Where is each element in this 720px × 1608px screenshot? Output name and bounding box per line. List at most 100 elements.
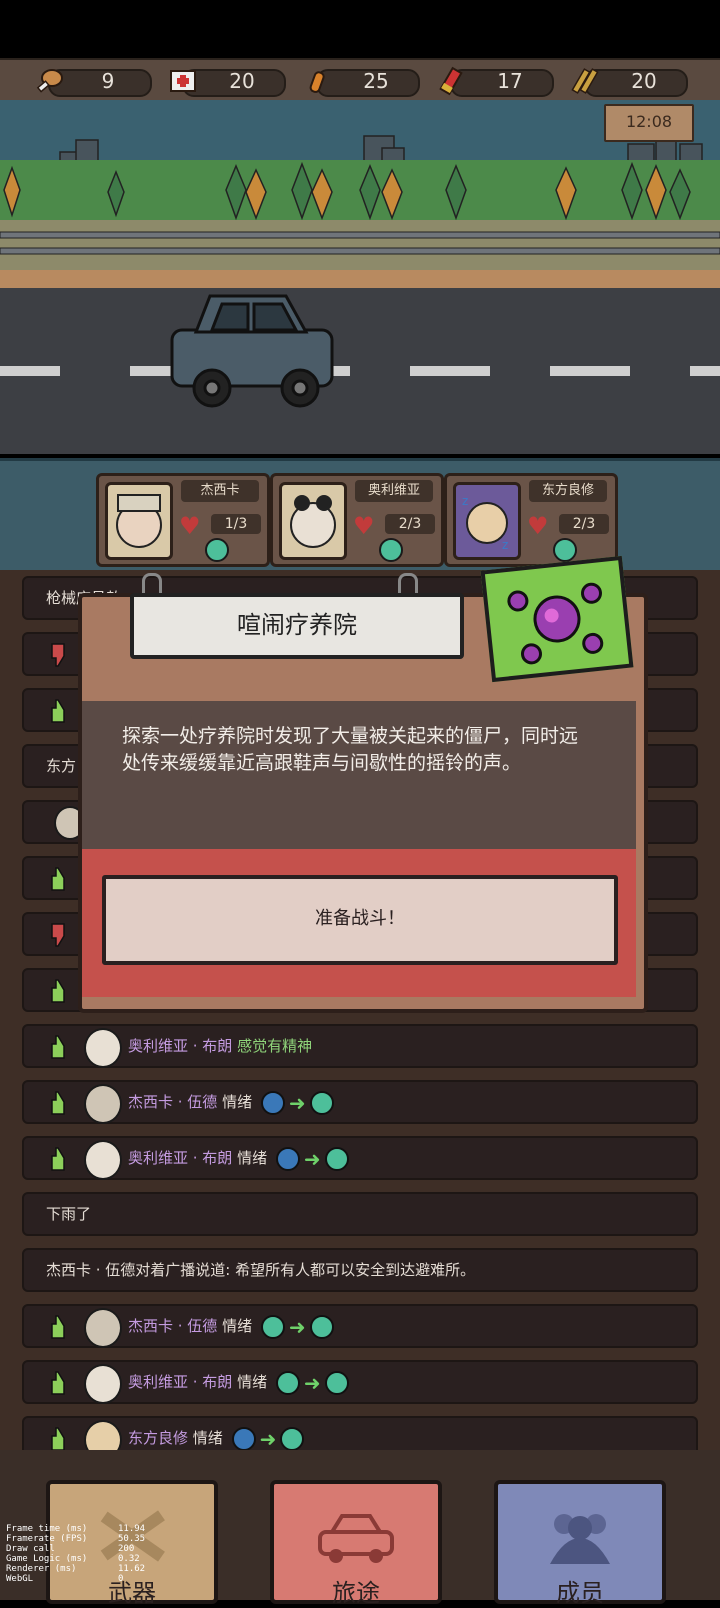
olivia-avatar bbox=[84, 1140, 122, 1180]
thumbs-up-icon bbox=[51, 979, 65, 1003]
debug-stats-overlay: Frame time (ms) 11.94 Framerate (FPS) 50.3… bbox=[6, 1524, 146, 1584]
resource-bullets: 25 bbox=[298, 66, 420, 97]
log-text: 下雨了 bbox=[46, 1205, 92, 1223]
list-item: 杰西卡 · 伍德 情绪 ➜ bbox=[22, 1080, 698, 1124]
debug-row: WebGL 0 bbox=[6, 1574, 124, 1584]
mood-neutral-icon bbox=[260, 1314, 285, 1339]
debug-row: Framerate (FPS) 50.35 bbox=[6, 1534, 146, 1544]
member-hp: 2/3 bbox=[559, 514, 609, 534]
debug-row: Game Logic (ms) 0.32 bbox=[6, 1554, 140, 1564]
list-item: 杰西卡 · 伍德 情绪 ➜ bbox=[22, 1304, 698, 1348]
log-text: 杰西卡 · 伍德 情绪 ➜ bbox=[128, 1306, 338, 1347]
thumbs-up-icon bbox=[51, 1091, 65, 1115]
prepare-battle-button[interactable]: 准备战斗！ bbox=[102, 875, 618, 965]
member-name: 杰西卡 bbox=[181, 480, 259, 502]
game-clock: 12:08 bbox=[604, 104, 694, 142]
list-item: 奥利维亚 · 布朗 情绪 ➜ bbox=[22, 1136, 698, 1180]
resource-food: 9 bbox=[30, 66, 152, 97]
mood-neutral-icon bbox=[280, 1426, 305, 1451]
debug-row: Draw call 200 bbox=[6, 1544, 135, 1554]
tab-label: 旅途 bbox=[332, 1579, 380, 1607]
member-card-dongfang[interactable]: zz 东方良修 ♥ 2/3 bbox=[444, 473, 618, 567]
meat-icon bbox=[36, 69, 63, 93]
resource-medkit: 20 bbox=[164, 66, 286, 97]
arrow-right-icon: ➜ bbox=[288, 1314, 306, 1339]
shell-count: 17 bbox=[497, 69, 523, 93]
virus-icon bbox=[480, 555, 634, 683]
food-count: 9 bbox=[101, 69, 115, 93]
event-description: 探索一处疗养院时发现了大量被关起来的僵尸，同时远处传来缓缓靠近高跟鞋声与间歇性的… bbox=[122, 725, 579, 774]
thumbs-up-icon bbox=[51, 1315, 65, 1339]
thumbs-up-icon bbox=[51, 1427, 65, 1451]
arrow-right-icon: ➜ bbox=[303, 1146, 321, 1171]
thumbs-up-icon bbox=[51, 1371, 65, 1395]
olivia-avatar bbox=[84, 1028, 122, 1068]
dongfang-portrait: zz bbox=[453, 482, 521, 560]
event-dialog: 喧闹疗养院 探索一处疗养院时发现了大量被关起来的僵尸，同时远处传来缓缓靠近高跟鞋… bbox=[78, 555, 648, 1013]
debug-row: Renderer (ms) 11.62 bbox=[6, 1564, 146, 1574]
arrow-right-icon: ➜ bbox=[303, 1370, 321, 1395]
thumbs-up-icon bbox=[51, 1035, 65, 1059]
resource-rifle-ammo: 20 bbox=[566, 66, 688, 97]
member-card-olivia[interactable]: 奥利维亚 ♥ 2/3 bbox=[270, 473, 444, 567]
shotgun-shell-icon bbox=[439, 66, 463, 96]
resource-shells: 17 bbox=[432, 66, 554, 97]
mood-happy-icon bbox=[553, 538, 577, 562]
log-text: 奥利维亚 · 布朗 情绪 ➜ bbox=[128, 1362, 353, 1403]
people-icon bbox=[550, 1514, 610, 1564]
olivia-avatar bbox=[84, 1364, 122, 1404]
log-text: 东方 bbox=[46, 757, 77, 775]
mood-sad-icon bbox=[231, 1426, 256, 1451]
member-name: 奥利维亚 bbox=[355, 480, 433, 502]
mood-neutral-icon bbox=[324, 1146, 349, 1171]
member-hp: 1/3 bbox=[211, 514, 261, 534]
road-scene: 12:08 bbox=[0, 100, 720, 454]
member-hp: 2/3 bbox=[385, 514, 435, 534]
mood-sad-icon bbox=[260, 1090, 285, 1115]
thumbs-up-icon bbox=[51, 867, 65, 891]
heart-icon: ♥ bbox=[353, 512, 375, 540]
tab-journey[interactable]: 旅途 bbox=[270, 1480, 442, 1607]
medkit-count: 20 bbox=[229, 69, 255, 93]
list-item: 杰西卡 · 伍德对着广播说道: 希望所有人都可以安全到达避难所。 bbox=[22, 1248, 698, 1292]
log-text: 杰西卡 · 伍德对着广播说道: 希望所有人都可以安全到达避难所。 bbox=[46, 1261, 476, 1279]
mood-happy-icon bbox=[324, 1370, 349, 1395]
jessica-avatar bbox=[84, 1308, 122, 1348]
arrow-right-icon: ➜ bbox=[288, 1090, 306, 1115]
mood-happy-icon bbox=[205, 538, 229, 562]
rifle-ammo-icon bbox=[571, 68, 599, 94]
member-card-jessica[interactable]: 杰西卡 ♥ 1/3 bbox=[96, 473, 270, 567]
mood-neutral-icon bbox=[275, 1370, 300, 1395]
bullet-count: 25 bbox=[363, 69, 389, 93]
jessica-portrait bbox=[105, 482, 173, 560]
thumbs-down-icon bbox=[51, 923, 65, 947]
car-icon bbox=[318, 1514, 394, 1563]
mood-sad-icon bbox=[275, 1146, 300, 1171]
event-title: 喧闹疗养院 bbox=[130, 593, 464, 659]
thumbs-up-icon bbox=[51, 699, 65, 723]
log-text: 奥利维亚 · 布朗 感觉有精神 bbox=[128, 1037, 313, 1055]
tab-members[interactable]: 成员 bbox=[494, 1480, 666, 1607]
log-text: 奥利维亚 · 布朗 情绪 ➜ bbox=[128, 1138, 353, 1179]
bullet-icon bbox=[309, 71, 325, 93]
thumbs-up-icon bbox=[51, 1147, 65, 1171]
jessica-avatar bbox=[84, 1084, 122, 1124]
list-item: 奥利维亚 · 布朗 感觉有精神 bbox=[22, 1024, 698, 1068]
member-name: 东方良修 bbox=[529, 480, 607, 502]
mood-happy-icon bbox=[379, 538, 403, 562]
list-item: 下雨了 bbox=[22, 1192, 698, 1236]
medkit-icon bbox=[170, 70, 196, 92]
mood-neutral-icon bbox=[309, 1090, 334, 1115]
rifle-ammo-count: 20 bbox=[631, 69, 657, 93]
list-item: 奥利维亚 · 布朗 情绪 ➜ bbox=[22, 1360, 698, 1404]
olivia-portrait bbox=[279, 482, 347, 560]
log-text: 杰西卡 · 伍德 情绪 ➜ bbox=[128, 1082, 338, 1123]
debug-row: Frame time (ms) 11.94 bbox=[6, 1524, 146, 1534]
mood-happy-icon bbox=[309, 1314, 334, 1339]
svg-text:z: z bbox=[462, 494, 468, 508]
heart-icon: ♥ bbox=[527, 512, 549, 540]
thumbs-down-icon bbox=[51, 643, 65, 667]
svg-text:z: z bbox=[502, 538, 508, 552]
resource-bar: 9 20 25 17 20 bbox=[0, 58, 720, 105]
heart-icon: ♥ bbox=[179, 512, 201, 540]
